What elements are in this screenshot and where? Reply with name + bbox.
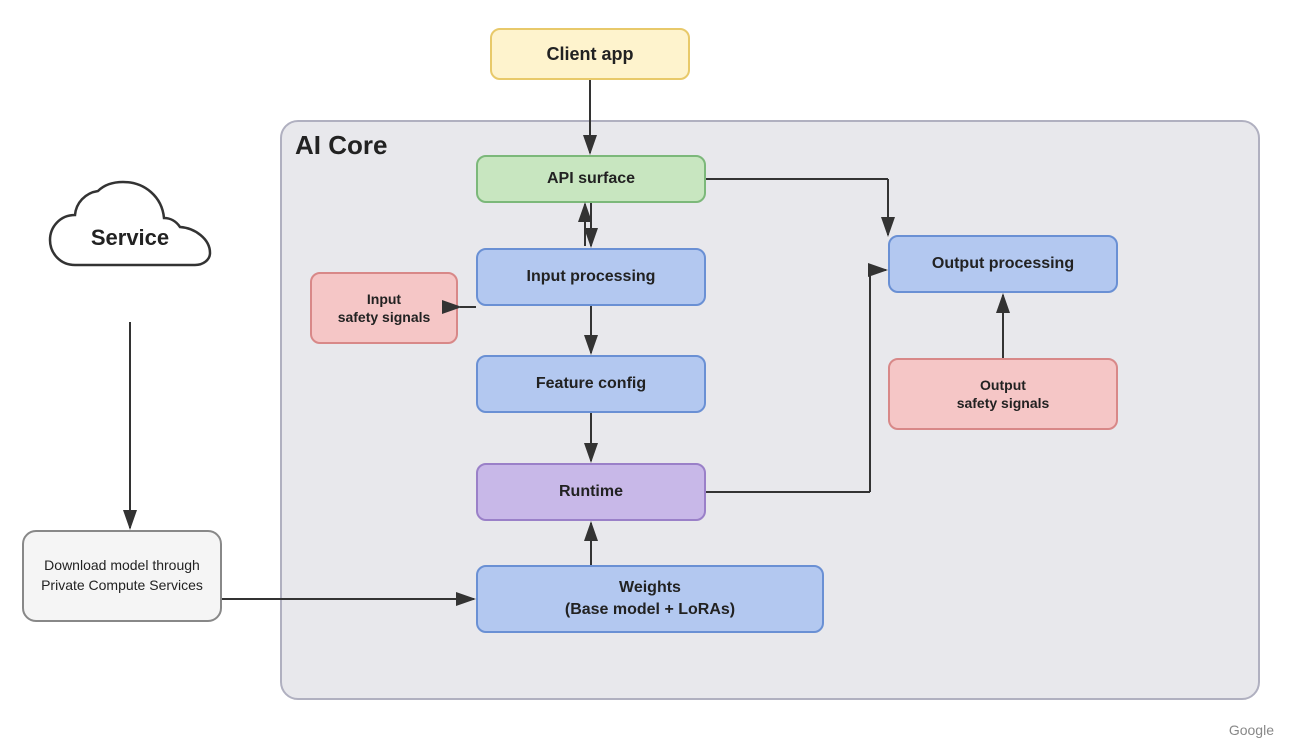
input-safety-box: Inputsafety signals (310, 272, 458, 344)
feature-config-label: Feature config (536, 375, 646, 393)
api-surface-label: API surface (547, 170, 635, 188)
feature-config-box: Feature config (476, 355, 706, 413)
ai-core-label: AI Core (295, 130, 387, 161)
download-model-box: Download model through Private Compute S… (22, 530, 222, 622)
client-app-box: Client app (490, 28, 690, 80)
output-processing-box: Output processing (888, 235, 1118, 293)
weights-label: Weights(Base model + LoRAs) (565, 577, 735, 622)
service-label: Service (40, 225, 220, 251)
runtime-label: Runtime (559, 483, 623, 501)
output-processing-label: Output processing (932, 255, 1074, 273)
weights-box: Weights(Base model + LoRAs) (476, 565, 824, 633)
input-processing-label: Input processing (527, 268, 656, 286)
diagram-container: Client app AI Core API surface Input pro… (0, 0, 1304, 756)
output-safety-box: Outputsafety signals (888, 358, 1118, 430)
google-watermark: Google (1229, 722, 1274, 738)
input-processing-box: Input processing (476, 248, 706, 306)
api-surface-box: API surface (476, 155, 706, 203)
runtime-box: Runtime (476, 463, 706, 521)
input-safety-label: Inputsafety signals (338, 290, 431, 326)
output-safety-label: Outputsafety signals (957, 376, 1050, 412)
service-cloud: Service (40, 175, 220, 305)
client-app-label: Client app (546, 44, 633, 65)
download-model-label: Download model through Private Compute S… (34, 556, 210, 595)
